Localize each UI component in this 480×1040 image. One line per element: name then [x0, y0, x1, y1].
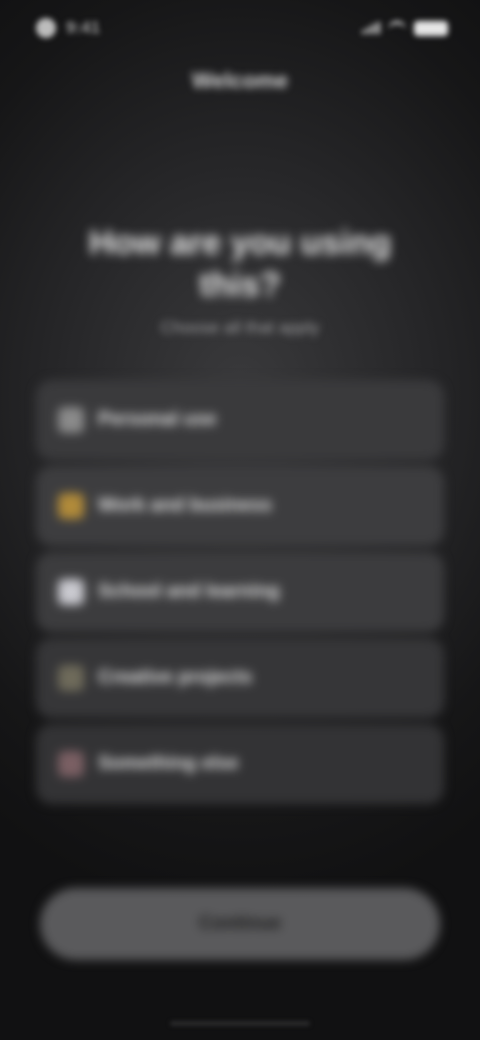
status-left: 9:41: [36, 18, 100, 38]
location-icon: [36, 18, 56, 38]
option-other[interactable]: Something else: [36, 724, 444, 804]
option-personal[interactable]: Personal use: [36, 380, 444, 460]
page-title: How are you using this?: [88, 224, 392, 304]
options-list: Personal use Work and business School an…: [36, 380, 444, 810]
option-creative[interactable]: Creative projects: [36, 638, 444, 718]
status-time: 9:41: [66, 18, 101, 37]
sparkle-icon: [58, 751, 84, 777]
option-label: Something else: [98, 753, 239, 774]
wifi-icon: [388, 20, 406, 36]
option-school[interactable]: School and learning: [36, 552, 444, 632]
continue-button[interactable]: Continue: [40, 888, 440, 960]
status-bar: 9:41: [0, 0, 480, 56]
status-right: [362, 20, 448, 36]
briefcase-icon: [58, 493, 84, 519]
palette-icon: [58, 665, 84, 691]
person-icon: [58, 407, 84, 433]
battery-icon: [414, 20, 448, 36]
option-label: Personal use: [98, 409, 217, 430]
nav-title: Welcome: [191, 68, 289, 93]
option-work[interactable]: Work and business: [36, 466, 444, 546]
book-icon: [58, 579, 84, 605]
option-label: Creative projects: [98, 667, 253, 688]
option-label: School and learning: [98, 581, 280, 602]
option-label: Work and business: [98, 495, 272, 516]
onboarding-screen: 9:41 Welcome How are you using this? Cho…: [0, 0, 480, 1040]
signal-icon: [362, 22, 380, 34]
page-subtitle: Choose all that apply: [160, 318, 320, 337]
home-indicator: [170, 1021, 310, 1026]
